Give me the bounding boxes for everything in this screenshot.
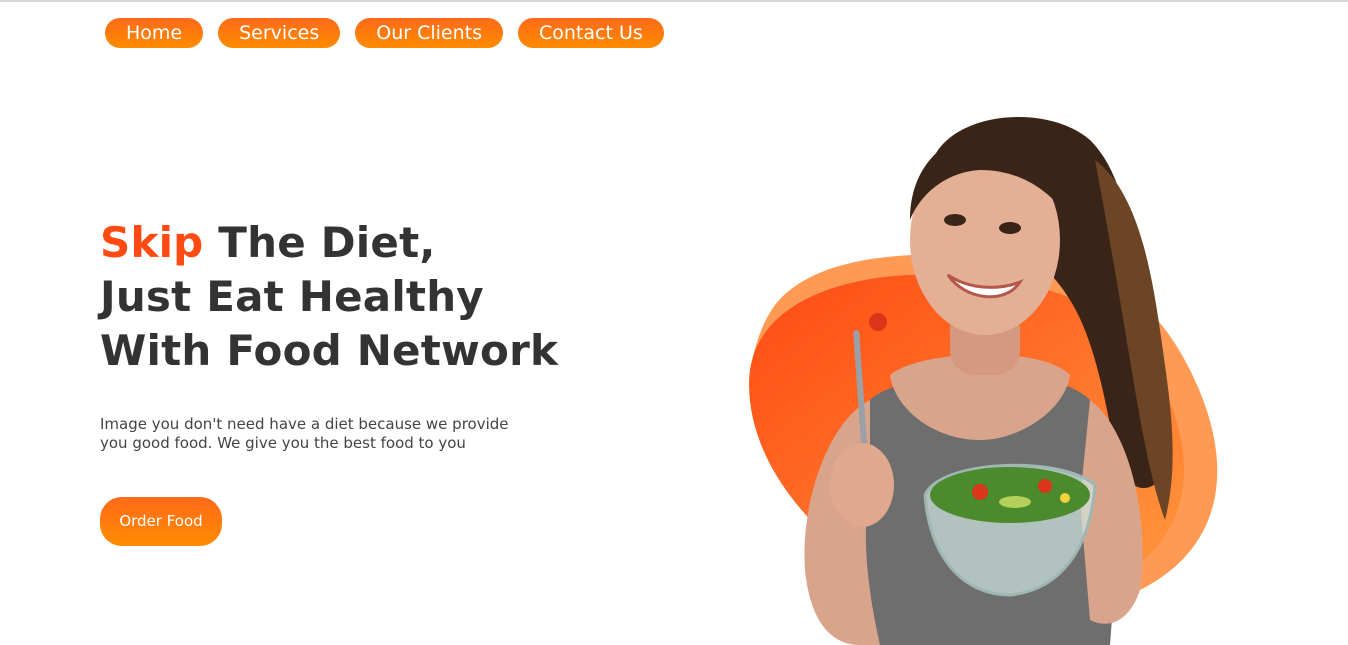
nav-home-button[interactable]: Home: [105, 18, 204, 48]
nav-services-button[interactable]: Services: [218, 18, 341, 48]
top-border: [0, 0, 1348, 2]
main-nav: Home Services Our Clients Contact Us: [105, 18, 664, 48]
hero-title-line2: Just Eat Healthy: [100, 272, 484, 321]
hero-title-line1: The Diet,: [203, 218, 436, 267]
nav-our-clients-button[interactable]: Our Clients: [355, 18, 503, 48]
tomato: [869, 313, 887, 331]
woman-eating-salad-icon: [749, 117, 1218, 645]
left-eye: [944, 214, 966, 226]
right-eye: [999, 222, 1021, 234]
hero-description-line2: you good food. We give you the best food…: [100, 434, 466, 452]
hand: [830, 443, 894, 527]
salad-corn: [1060, 493, 1070, 503]
order-food-button[interactable]: Order Food: [100, 497, 222, 546]
hero-title-accent: Skip: [100, 218, 204, 267]
salad-avocado: [999, 496, 1031, 508]
hero-title: Skip The Diet, Just Eat Healthy With Foo…: [100, 216, 558, 378]
hero-description: Image you don't need have a diet because…: [100, 415, 540, 453]
salad-tomato-1: [972, 484, 988, 500]
hero-description-line1: Image you don't need have a diet because…: [100, 415, 509, 433]
nav-contact-us-button[interactable]: Contact Us: [518, 18, 664, 48]
salad-tomato-2: [1038, 479, 1052, 493]
hero-title-line3: With Food Network: [100, 326, 559, 375]
